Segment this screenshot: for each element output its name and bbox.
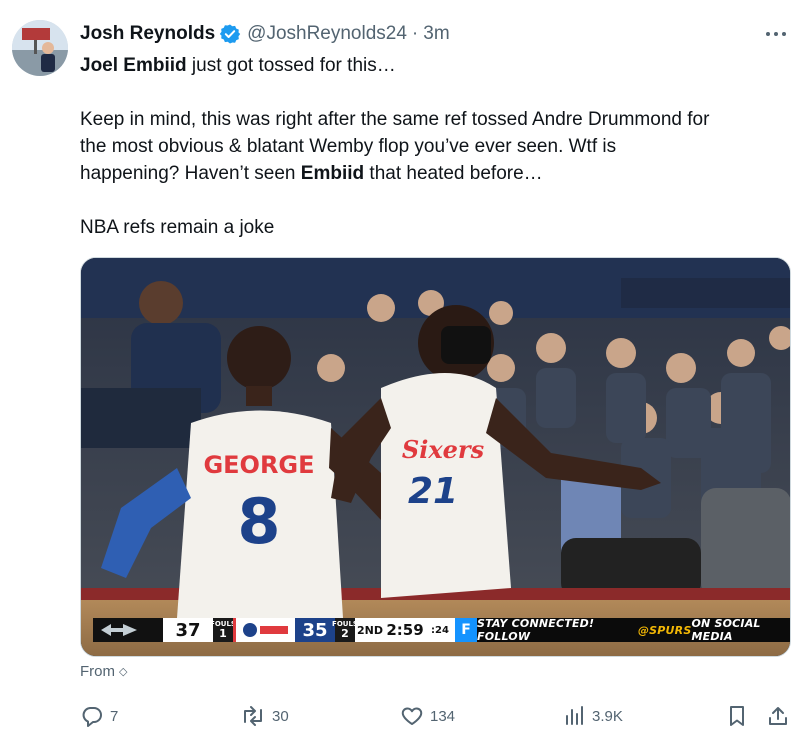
mention-embiid-bold: Joel Embiid — [80, 55, 187, 76]
bookmark-button[interactable] — [726, 704, 748, 728]
tweet-text: Joel Embiid just got tossed for this… Ke… — [80, 52, 795, 241]
jersey-number-21: 21 — [408, 471, 458, 512]
diamond-icon: ◇ — [119, 666, 128, 678]
jersey-name-george: GEORGE — [203, 451, 314, 479]
separator-dot: · — [411, 23, 419, 44]
bookmark-icon — [730, 706, 744, 726]
team2-fouls: FOULS 2 — [332, 618, 358, 642]
share-button[interactable] — [766, 704, 790, 728]
views-button[interactable]: 3.9K — [564, 704, 623, 728]
tweet-line-5: NBA refs remain a joke — [80, 217, 275, 238]
spurs-logo-icon — [93, 618, 163, 642]
tweet-actions: 7 30 134 3.9K — [80, 700, 795, 734]
tweet-header: Josh Reynolds @JoshReynolds24 · 3m — [80, 20, 450, 48]
scoreboard: 37 FOULS 1 35 FOULS 2 2ND 2:59 :24 F STA… — [93, 617, 790, 643]
scoreboard-ticker: STAY CONNECTED! FOLLOW @SPURS ON SOCIAL … — [477, 617, 790, 643]
from-label: From — [80, 663, 115, 680]
tweet-line-3: the most obvious & blatant Wemby flop yo… — [80, 136, 617, 157]
author-handle[interactable]: @JoshReynolds24 — [247, 23, 407, 45]
views-count: 3.9K — [592, 707, 623, 725]
tweet-timestamp[interactable]: 3m — [423, 23, 449, 45]
reply-icon — [82, 707, 102, 727]
team1-score: 37 — [163, 618, 213, 642]
retweet-count: 30 — [272, 707, 289, 725]
team2-score: 35 — [295, 618, 335, 642]
shot-clock: :24 — [425, 618, 455, 642]
game-quarter: 2ND — [355, 618, 385, 642]
author-name[interactable]: Josh Reynolds — [80, 23, 215, 45]
sponsor-logo-icon: F — [455, 618, 477, 642]
jersey-team-sixers: Sixers — [402, 435, 485, 464]
more-options-icon[interactable] — [761, 22, 791, 46]
share-icon — [769, 707, 787, 725]
76ers-logo-icon — [233, 618, 295, 642]
tweet-line-1: Joel Embiid just got tossed for this… — [80, 55, 396, 76]
team1-fouls: FOULS 1 — [210, 618, 236, 642]
heart-icon — [401, 707, 423, 725]
author-avatar[interactable] — [12, 20, 68, 76]
views-chart-icon — [566, 706, 583, 725]
embiid-bold: Embiid — [300, 163, 365, 184]
tweet-line-2: Keep in mind, this was right after the s… — [80, 109, 710, 130]
verified-badge-icon[interactable] — [219, 23, 241, 45]
tweet-video[interactable]: GEORGE 8 Sixers 21 37 FOULS 1 35 FOULS 2… — [80, 257, 791, 657]
retweet-icon — [244, 706, 262, 726]
like-button[interactable]: 134 — [400, 704, 455, 728]
reply-button[interactable]: 7 — [80, 704, 118, 728]
video-frame: GEORGE 8 Sixers 21 — [81, 258, 790, 656]
jersey-number-8: 8 — [237, 485, 280, 558]
tweet-line-4: happening? Haven’t seen Embiid that heat… — [80, 163, 543, 184]
reply-count: 7 — [110, 707, 119, 725]
like-count: 134 — [430, 707, 456, 725]
game-clock: 2:59 — [385, 618, 425, 642]
retweet-button[interactable]: 30 — [240, 704, 289, 728]
from-community-link[interactable]: From ◇ — [80, 663, 127, 680]
